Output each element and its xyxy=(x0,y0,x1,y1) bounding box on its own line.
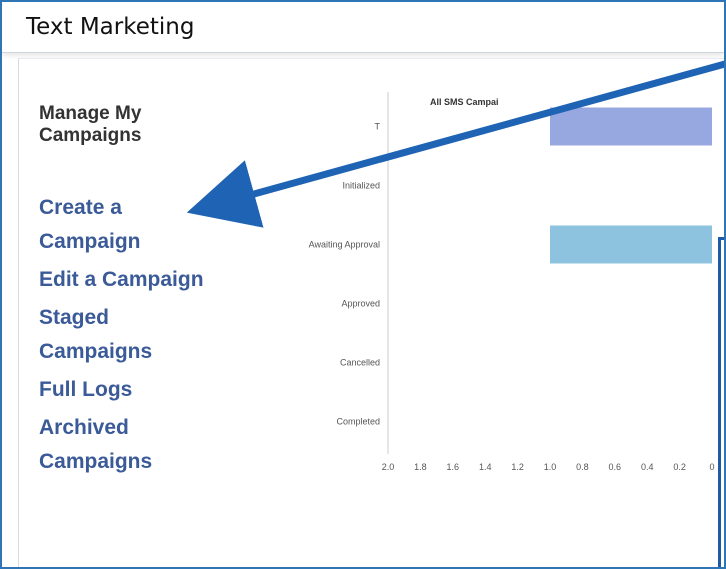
x-tick-label: 1.2 xyxy=(511,462,524,472)
x-tick-label: 0.4 xyxy=(641,462,654,472)
y-tick-label: Completed xyxy=(336,417,380,427)
x-tick-label: 1.4 xyxy=(479,462,492,472)
y-tick-label: Cancelled xyxy=(340,358,380,368)
x-tick-label: 1.0 xyxy=(544,462,557,472)
bar xyxy=(550,225,712,264)
x-tick-label: 0.8 xyxy=(576,462,589,472)
y-tick-label: Approved xyxy=(341,299,380,309)
x-tick-label: 2.0 xyxy=(382,462,395,472)
x-tick-label: 1.6 xyxy=(447,462,460,472)
y-tick-label: T xyxy=(375,122,381,132)
chart-title: All SMS Campai xyxy=(430,97,499,107)
bar xyxy=(550,107,712,146)
annotation-callout-box xyxy=(718,237,724,567)
x-tick-label: 0.6 xyxy=(609,462,622,472)
x-tick-label: 0 xyxy=(709,462,714,472)
y-tick-label: Awaiting Approval xyxy=(309,240,380,250)
y-tick-label: Initialized xyxy=(342,181,380,191)
x-tick-label: 0.2 xyxy=(673,462,686,472)
x-tick-label: 1.8 xyxy=(414,462,427,472)
campaign-status-chart: All SMS Campai T Initialized Awaiting Appr… xyxy=(309,92,715,472)
app-window: Text Marketing Manage My Campaigns Creat… xyxy=(0,0,726,569)
